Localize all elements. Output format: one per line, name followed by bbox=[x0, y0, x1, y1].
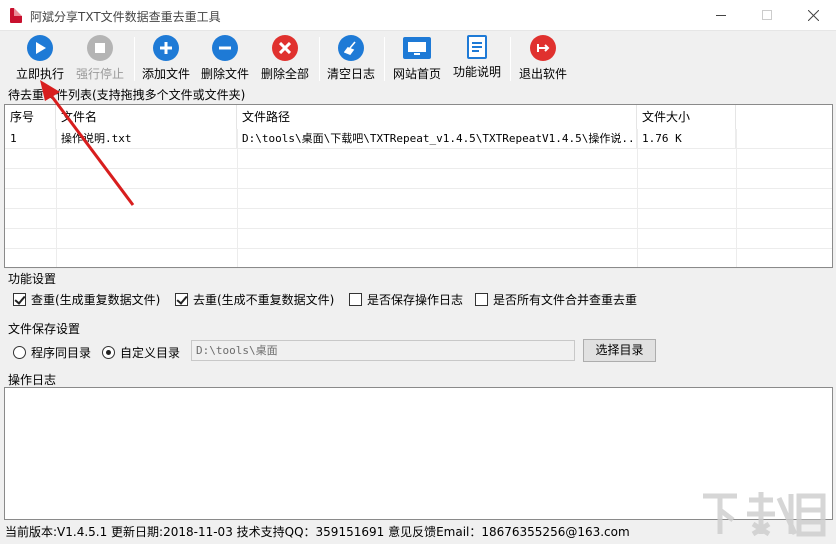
toolbar: 立即执行 强行停止 添加文件 删除文件 删除全部 清空日志 网站首页 功能说明 … bbox=[0, 31, 836, 84]
log-label: 操作日志 bbox=[8, 373, 57, 387]
add-file-button[interactable]: 添加文件 bbox=[140, 35, 192, 83]
check-dup-label: 查重(生成重复数据文件) bbox=[31, 293, 161, 307]
same-dir-radio[interactable]: 程序同目录 bbox=[13, 344, 91, 361]
cell-name: 操作说明.txt bbox=[56, 129, 237, 149]
table-row-empty bbox=[5, 229, 832, 249]
window-title: 阿斌分享TXT文件数据查重去重工具 bbox=[30, 10, 221, 24]
remove-dup-label: 去重(生成不重复数据文件) bbox=[193, 293, 335, 307]
maximize-button[interactable] bbox=[744, 0, 790, 30]
clear-log-label: 清空日志 bbox=[326, 67, 375, 81]
table-row-empty bbox=[5, 189, 832, 209]
stop-icon bbox=[87, 35, 113, 61]
website-label: 网站首页 bbox=[392, 67, 441, 81]
save-log-checkbox[interactable]: 是否保存操作日志 bbox=[349, 291, 463, 308]
cell-size: 1.76 K bbox=[637, 129, 736, 149]
delete-all-label: 删除全部 bbox=[260, 67, 309, 81]
checkbox-box bbox=[475, 293, 488, 306]
table-row-empty bbox=[5, 169, 832, 189]
play-icon bbox=[27, 35, 53, 61]
settings-label: 功能设置 bbox=[8, 272, 57, 286]
minimize-button[interactable] bbox=[698, 0, 744, 30]
choose-dir-button[interactable]: 选择目录 bbox=[583, 339, 656, 362]
merge-all-label: 是否所有文件合并查重去重 bbox=[493, 293, 638, 307]
toolbar-separator bbox=[510, 37, 511, 81]
file-list-label: 待去重文件列表(支持拖拽多个文件或文件夹) bbox=[8, 88, 246, 102]
title-bar: 阿斌分享TXT文件数据查重去重工具 bbox=[0, 0, 836, 31]
check-dup-checkbox[interactable]: 查重(生成重复数据文件) bbox=[13, 291, 160, 308]
close-button[interactable] bbox=[790, 0, 836, 30]
document-icon bbox=[467, 35, 487, 59]
delete-all-button[interactable]: 删除全部 bbox=[259, 35, 311, 83]
merge-all-checkbox[interactable]: 是否所有文件合并查重去重 bbox=[475, 291, 637, 308]
delete-file-button[interactable]: 删除文件 bbox=[199, 35, 251, 83]
execute-label: 立即执行 bbox=[15, 67, 64, 81]
column-header-path[interactable]: 文件路径 bbox=[237, 105, 637, 129]
column-divider bbox=[637, 129, 638, 267]
file-table[interactable]: 序号 文件名 文件路径 文件大小 1 操作说明.txt D:\tools\桌面\… bbox=[4, 104, 833, 269]
help-label: 功能说明 bbox=[452, 65, 501, 79]
column-header-size[interactable]: 文件大小 bbox=[637, 105, 736, 129]
stop-label: 强行停止 bbox=[75, 67, 124, 81]
clear-log-button[interactable]: 清空日志 bbox=[325, 35, 377, 83]
table-row-empty bbox=[5, 209, 832, 229]
custom-dir-radio[interactable]: 自定义目录 bbox=[102, 344, 180, 361]
custom-dir-label: 自定义目录 bbox=[120, 346, 181, 360]
x-icon bbox=[272, 35, 298, 61]
table-row-empty bbox=[5, 149, 832, 169]
table-header: 序号 文件名 文件路径 文件大小 bbox=[5, 105, 832, 129]
plus-icon bbox=[153, 35, 179, 61]
save-settings-label: 文件保存设置 bbox=[8, 322, 81, 336]
cell-path: D:\tools\桌面\下载吧\TXTRepeat_v1.4.5\TXTRepe… bbox=[237, 129, 637, 149]
checkbox-box bbox=[13, 293, 26, 306]
remove-dup-checkbox[interactable]: 去重(生成不重复数据文件) bbox=[175, 291, 334, 308]
website-button[interactable]: 网站首页 bbox=[391, 35, 443, 83]
column-header-name[interactable]: 文件名 bbox=[56, 105, 237, 129]
save-log-label: 是否保存操作日志 bbox=[367, 293, 464, 307]
add-file-label: 添加文件 bbox=[141, 67, 190, 81]
exit-button[interactable]: 退出软件 bbox=[517, 35, 569, 83]
column-header-index[interactable]: 序号 bbox=[5, 105, 56, 129]
broom-icon bbox=[338, 35, 364, 61]
exit-label: 退出软件 bbox=[518, 67, 567, 81]
watermark-logo bbox=[703, 492, 826, 537]
cell-index: 1 bbox=[5, 129, 56, 149]
stop-button[interactable]: 强行停止 bbox=[72, 35, 128, 83]
minimize-icon bbox=[716, 14, 726, 16]
table-row[interactable]: 1 操作说明.txt D:\tools\桌面\下载吧\TXTRepeat_v1.… bbox=[5, 129, 832, 149]
checkbox-box bbox=[175, 293, 188, 306]
radio-circle bbox=[13, 346, 26, 359]
column-divider bbox=[237, 129, 238, 267]
toolbar-separator bbox=[134, 37, 135, 81]
monitor-icon bbox=[403, 37, 431, 59]
exit-icon bbox=[530, 35, 556, 61]
delete-file-label: 删除文件 bbox=[200, 67, 249, 81]
toolbar-separator bbox=[384, 37, 385, 81]
maximize-icon bbox=[762, 10, 772, 20]
checkbox-box bbox=[349, 293, 362, 306]
execute-button[interactable]: 立即执行 bbox=[12, 35, 68, 83]
radio-circle bbox=[102, 346, 115, 359]
table-row-empty bbox=[5, 249, 832, 269]
help-button[interactable]: 功能说明 bbox=[451, 35, 503, 83]
save-path-field[interactable]: D:\tools\桌面 bbox=[191, 340, 575, 361]
app-icon bbox=[10, 8, 22, 23]
minus-icon bbox=[212, 35, 238, 61]
toolbar-separator bbox=[319, 37, 320, 81]
close-icon bbox=[807, 9, 819, 21]
same-dir-label: 程序同目录 bbox=[31, 346, 92, 360]
column-divider bbox=[56, 129, 57, 267]
column-divider bbox=[736, 129, 737, 267]
